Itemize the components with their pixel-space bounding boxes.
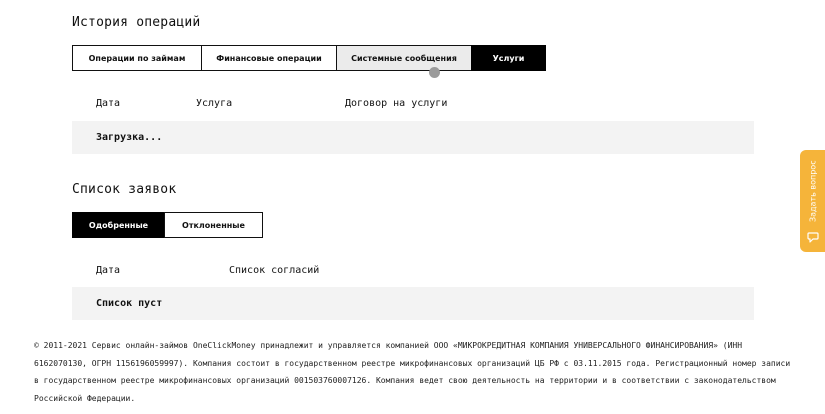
requests-table-header: Дата Список согласий (72, 265, 754, 281)
requests-tabs: Одобренные Отклоненные (72, 212, 263, 238)
tab-financial-operations[interactable]: Финансовые операции (201, 45, 337, 71)
column-consents: Список согласий (229, 265, 320, 276)
operations-tabs: Операции по займам Финансовые операции С… (72, 45, 546, 71)
ask-question-button[interactable]: Задать вопрос (800, 150, 825, 252)
operations-history-title: История операций (72, 15, 201, 30)
column-service-contract: Договор на услуги (345, 98, 448, 109)
tab-rejected[interactable]: Отклоненные (164, 212, 263, 238)
chat-bubble-icon (807, 232, 819, 243)
tab-services[interactable]: Услуги (471, 45, 546, 71)
column-date: Дата (96, 98, 121, 109)
tab-loan-operations[interactable]: Операции по займам (72, 45, 202, 71)
requests-table-status: Список пуст (72, 287, 754, 320)
ask-question-label: Задать вопрос (808, 160, 818, 222)
column-service: Услуга (196, 98, 233, 109)
cursor-indicator (429, 67, 440, 78)
tab-approved[interactable]: Одобренные (72, 212, 165, 238)
services-table-header: Дата Услуга Договор на услуги (72, 98, 754, 114)
column-date: Дата (96, 265, 121, 276)
requests-list-title: Список заявок (72, 182, 177, 197)
footer-legal-text: © 2011-2021 Сервис онлайн-займов OneClic… (34, 341, 791, 403)
tab-system-messages[interactable]: Системные сообщения (336, 45, 472, 71)
services-table-status: Загрузка... (72, 121, 754, 154)
